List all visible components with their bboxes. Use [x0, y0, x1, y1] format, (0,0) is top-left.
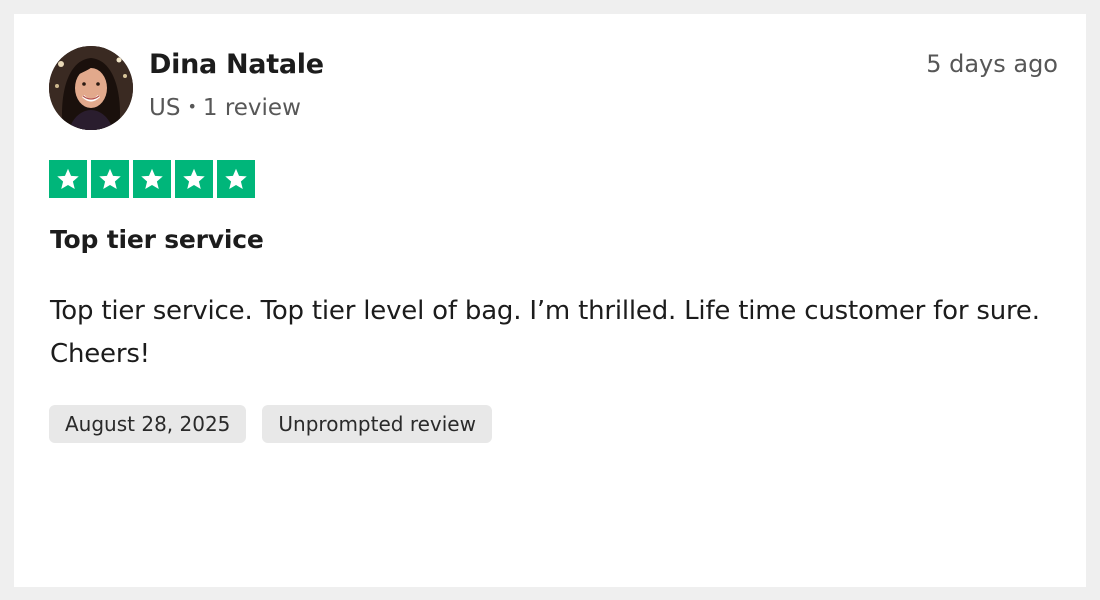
review-tags: August 28, 2025 Unprompted review	[49, 405, 492, 443]
review-date-badge: August 28, 2025	[49, 405, 247, 443]
review-card: Dina Natale US • 1 review 5 days ago Top t…	[14, 14, 1086, 587]
review-type-badge[interactable]: Unprompted review	[262, 405, 492, 443]
reviewer-country: US	[149, 95, 181, 121]
review-relative-time: 5 days ago	[926, 50, 1058, 78]
star-icon	[175, 160, 213, 198]
meta-separator: •	[187, 97, 197, 116]
reviewer-meta: US • 1 review	[149, 95, 301, 121]
star-icon	[133, 160, 171, 198]
avatar-photo	[49, 46, 133, 130]
reviewer-avatar[interactable]	[49, 46, 133, 130]
star-icon	[217, 160, 255, 198]
star-icon	[91, 160, 129, 198]
review-title: Top tier service	[50, 225, 264, 254]
reviewer-review-count[interactable]: 1 review	[203, 95, 301, 121]
review-body: Top tier service. Top tier level of bag.…	[50, 296, 1040, 369]
reviewer-name[interactable]: Dina Natale	[149, 49, 324, 80]
star-icon	[49, 160, 87, 198]
star-rating	[49, 160, 255, 198]
